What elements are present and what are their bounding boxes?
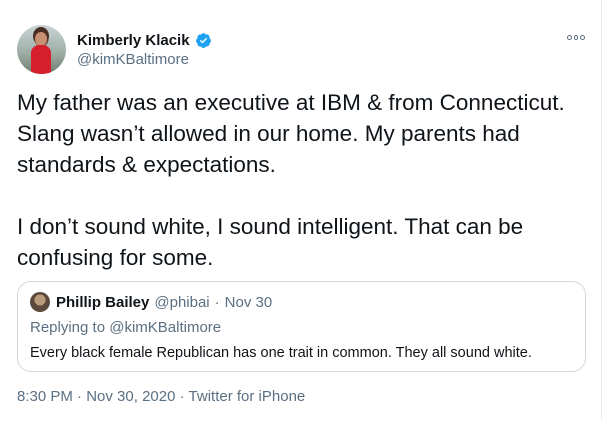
metadata-separator: · [179,388,185,405]
avatar-dress [31,45,51,74]
dot [573,34,579,40]
tweet-metadata: 8:30 PM · Nov 30, 2020 · Twitter for iPh… [17,388,305,405]
avatar-head [35,32,47,46]
quoted-replying-to: Replying to @kimKBaltimore [30,319,221,336]
quoted-tweet-text: Every black female Republican has one tr… [30,345,532,361]
author-name-row: Kimberly Klacik [77,30,212,50]
tweet-text: My father was an executive at IBM & from… [17,90,565,270]
dot [580,34,586,40]
quoted-author-name[interactable]: Phillip Bailey [56,294,149,311]
author-name[interactable]: Kimberly Klacik [77,32,190,49]
author-handle[interactable]: @kimKBaltimore [77,51,189,68]
quoted-tweet[interactable]: Phillip Bailey @phibai · Nov 30 Replying… [17,281,586,372]
quoted-separator: · [214,293,220,311]
quoted-date[interactable]: Nov 30 [225,294,273,311]
tweet-source[interactable]: Twitter for iPhone [189,388,306,405]
tweet-time[interactable]: 8:30 PM [17,388,73,405]
quoted-author-handle[interactable]: @phibai [154,294,209,311]
metadata-separator: · [77,388,83,405]
more-options-icon[interactable] [566,30,586,44]
verified-badge-icon [195,32,211,48]
tweet-date[interactable]: Nov 30, 2020 [86,388,175,405]
tweet-card: Kimberly Klacik @kimKBaltimore My father… [0,0,602,421]
replying-prefix: Replying to [30,319,106,336]
author-avatar[interactable] [17,25,66,74]
replying-to-handle[interactable]: @kimKBaltimore [109,319,221,336]
quoted-author-avatar[interactable] [30,292,50,312]
quoted-tweet-header: Phillip Bailey @phibai · Nov 30 [56,292,272,312]
dot [567,34,572,40]
